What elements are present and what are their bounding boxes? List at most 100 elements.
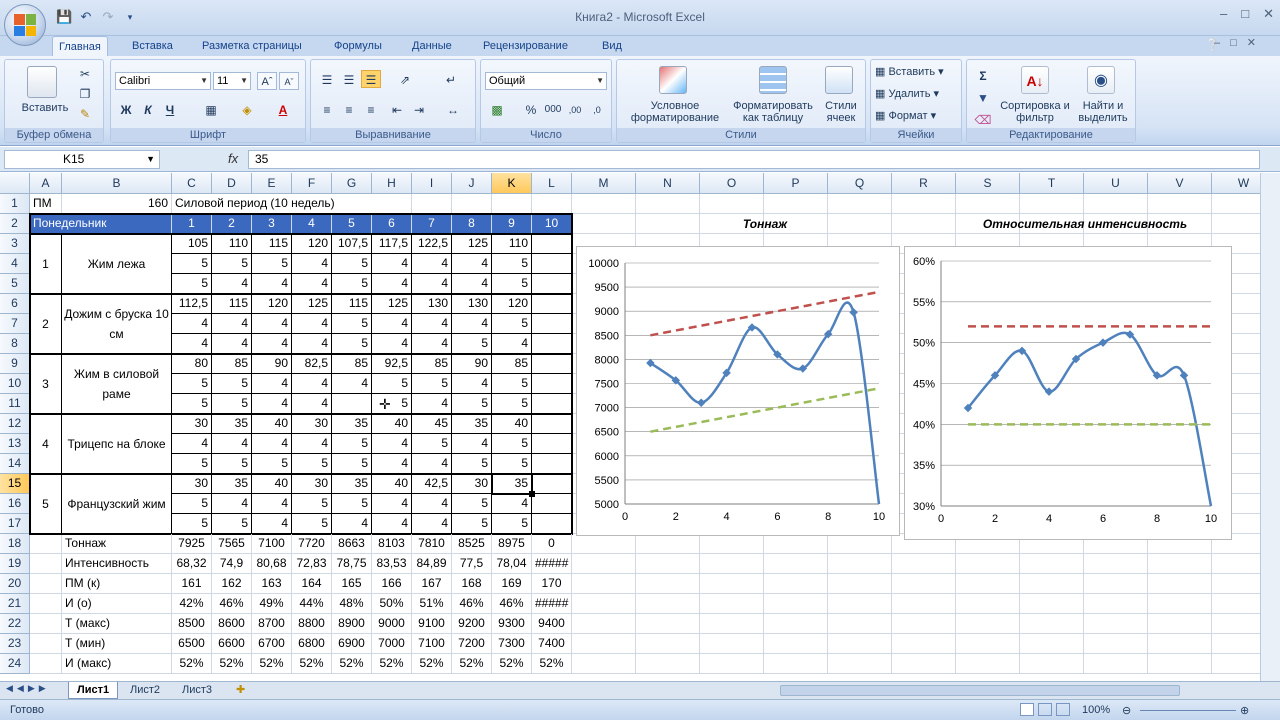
row-header-1[interactable]: 1 — [0, 194, 30, 214]
conditional-formatting-button[interactable]: Условное форматирование — [619, 100, 731, 124]
grid-cell[interactable] — [892, 554, 956, 574]
exercise-value-cell[interactable]: 30 — [452, 474, 492, 494]
exercise-value-cell[interactable]: 5 — [212, 514, 252, 534]
exercise-value-cell[interactable]: 5 — [452, 454, 492, 474]
exercise-value-cell[interactable]: 4 — [252, 394, 292, 414]
exercise-value-cell[interactable]: 40 — [372, 474, 412, 494]
exercise-value-cell[interactable]: 5 — [332, 334, 372, 354]
exercise-value-cell[interactable]: 82,5 — [292, 354, 332, 374]
exercise-value-cell[interactable] — [532, 334, 572, 354]
summary-value-cell[interactable]: 46% — [212, 594, 252, 614]
page-layout-view-icon[interactable] — [1038, 703, 1052, 716]
cell-styles-button[interactable]: Стили ячеек — [817, 100, 865, 124]
exercise-value-cell[interactable]: 85 — [332, 354, 372, 374]
exercise-value-cell[interactable]: 4 — [412, 274, 452, 294]
exercise-value-cell[interactable]: 35 — [332, 474, 372, 494]
exercise-value-cell[interactable]: 80 — [172, 354, 212, 374]
fill-icon[interactable]: ▼ — [971, 88, 995, 106]
exercise-value-cell[interactable] — [532, 474, 572, 494]
row-header-22[interactable]: 22 — [0, 614, 30, 634]
align-center-icon[interactable]: ≡ — [339, 100, 359, 118]
exercise-value-cell[interactable]: 5 — [492, 314, 532, 334]
align-top-icon[interactable]: ☰ — [317, 70, 337, 88]
exercise-value-cell[interactable]: 107,5 — [332, 234, 372, 254]
exercise-value-cell[interactable]: 125 — [452, 234, 492, 254]
row-header-15[interactable]: 15 — [0, 474, 30, 494]
row-header-13[interactable]: 13 — [0, 434, 30, 454]
select-all-corner[interactable] — [0, 173, 30, 194]
grid-cell[interactable] — [636, 654, 700, 674]
font-size-combo[interactable]: 11 ▼ — [213, 72, 251, 90]
exercise-value-cell[interactable]: 4 — [292, 314, 332, 334]
exercise-value-cell[interactable]: 4 — [252, 494, 292, 514]
summary-value-cell[interactable]: 52% — [292, 654, 332, 674]
column-header-m[interactable]: M — [572, 173, 636, 194]
column-header-b[interactable]: B — [62, 173, 172, 194]
summary-value-cell[interactable]: 52% — [212, 654, 252, 674]
exercise-value-cell[interactable]: 30 — [292, 414, 332, 434]
exercise-value-cell[interactable]: 40 — [252, 474, 292, 494]
row-header-17[interactable]: 17 — [0, 514, 30, 534]
grid-cell[interactable] — [452, 194, 492, 214]
grid-cell[interactable] — [30, 594, 62, 614]
column-header-d[interactable]: D — [212, 173, 252, 194]
column-header-t[interactable]: T — [1020, 173, 1084, 194]
paste-button[interactable]: Вставить — [15, 102, 75, 114]
exercise-value-cell[interactable] — [532, 394, 572, 414]
minimize-icon[interactable]: – — [1220, 6, 1227, 22]
exercise-value-cell[interactable]: 5 — [332, 254, 372, 274]
summary-value-cell[interactable]: 50% — [372, 594, 412, 614]
exercise-value-cell[interactable]: 5 — [492, 454, 532, 474]
percent-icon[interactable]: % — [521, 100, 541, 118]
exercise-value-cell[interactable]: 4 — [372, 494, 412, 514]
grid-cell[interactable] — [30, 534, 62, 554]
exercise-value-cell[interactable] — [532, 274, 572, 294]
summary-value-cell[interactable]: 9200 — [452, 614, 492, 634]
exercise-value-cell[interactable]: 4 — [492, 494, 532, 514]
exercise-value-cell[interactable]: 92,5 — [372, 354, 412, 374]
exercise-value-cell[interactable]: 4 — [292, 374, 332, 394]
grid-cell[interactable] — [764, 634, 828, 654]
close-icon[interactable]: ✕ — [1263, 6, 1274, 22]
exercise-value-cell[interactable]: 5 — [332, 494, 372, 514]
grid-cell[interactable] — [1084, 594, 1148, 614]
exercise-value-cell[interactable]: 4 — [452, 374, 492, 394]
summary-value-cell[interactable]: 52% — [532, 654, 572, 674]
exercise-value-cell[interactable]: 120 — [492, 294, 532, 314]
summary-label[interactable]: Т (макс) — [62, 614, 172, 634]
grid-cell[interactable] — [412, 194, 452, 214]
exercise-value-cell[interactable]: 120 — [252, 294, 292, 314]
grid-cell[interactable] — [956, 634, 1020, 654]
formula-input[interactable]: 35 — [248, 150, 1260, 169]
autosum-icon[interactable]: Σ — [971, 66, 995, 84]
summary-value-cell[interactable]: 72,83 — [292, 554, 332, 574]
exercise-value-cell[interactable]: 120 — [292, 234, 332, 254]
exercise-value-cell[interactable]: 4 — [292, 274, 332, 294]
exercise-value-cell[interactable]: 4 — [292, 334, 332, 354]
exercise-value-cell[interactable]: 5 — [332, 314, 372, 334]
grid-cell[interactable] — [1020, 654, 1084, 674]
exercise-value-cell[interactable] — [532, 494, 572, 514]
exercise-value-cell[interactable]: 110 — [492, 234, 532, 254]
grid-cell[interactable] — [1084, 654, 1148, 674]
cut-icon[interactable]: ✂ — [75, 64, 95, 82]
grid-cell[interactable] — [892, 614, 956, 634]
exercise-value-cell[interactable]: 4 — [252, 374, 292, 394]
exercise-value-cell[interactable]: 40 — [252, 414, 292, 434]
grid-cell[interactable] — [30, 614, 62, 634]
summary-value-cell[interactable]: 7400 — [532, 634, 572, 654]
grid-cell[interactable] — [1212, 614, 1260, 634]
summary-label[interactable]: Т (мин) — [62, 634, 172, 654]
summary-value-cell[interactable]: 74,9 — [212, 554, 252, 574]
tab-formulas[interactable]: Формулы — [328, 36, 388, 56]
grid-cell[interactable] — [1212, 634, 1260, 654]
summary-value-cell[interactable]: 7000 — [372, 634, 412, 654]
grid-cell[interactable] — [572, 214, 636, 234]
exercise-value-cell[interactable]: 112,5 — [172, 294, 212, 314]
summary-value-cell[interactable]: 8800 — [292, 614, 332, 634]
grid-cell[interactable] — [1148, 554, 1212, 574]
header-day-cell[interactable]: Понедельник — [30, 214, 172, 234]
exercise-value-cell[interactable]: 115 — [252, 234, 292, 254]
grid-cell[interactable] — [572, 574, 636, 594]
column-header-i[interactable]: I — [412, 173, 452, 194]
